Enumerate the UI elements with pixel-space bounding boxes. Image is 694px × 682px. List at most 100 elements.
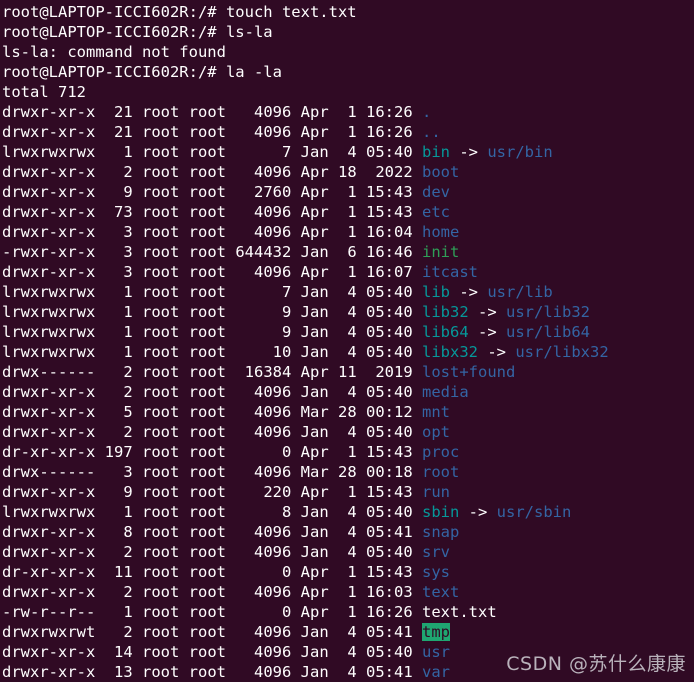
file-size: 4096 (226, 263, 292, 281)
file-permissions: drwxr-xr-x (2, 183, 96, 201)
file-name: sbin (422, 503, 460, 521)
file-name: lib64 (422, 323, 469, 341)
listing-row: drwxr-xr-x 21 root root 4096 Apr 1 16:26… (2, 102, 694, 122)
symlink-arrow: -> (468, 323, 506, 341)
file-month: Jan (291, 663, 329, 681)
file-permissions: drwxr-xr-x (2, 643, 96, 661)
link-count: 1 (95, 303, 133, 321)
file-owner: root (132, 443, 180, 461)
file-owner: root (132, 383, 180, 401)
file-day: 18 (328, 163, 357, 181)
file-size: 8 (226, 503, 292, 521)
file-day: 28 (328, 403, 357, 421)
file-day: 4 (328, 343, 357, 361)
file-time: 16:03 (356, 583, 413, 601)
listing-row: lrwxrwxrwx 1 root root 9 Jan 4 05:40 lib… (2, 322, 694, 342)
terminal-history-line: root@LAPTOP-ICCI602R:/# touch text.txt (2, 2, 694, 22)
file-permissions: drwxr-xr-x (2, 163, 96, 181)
file-month: Jan (291, 243, 329, 261)
file-permissions: lrwxrwxrwx (2, 283, 96, 301)
file-name: init (422, 243, 460, 261)
listing-row: drwxr-xr-x 3 root root 4096 Apr 1 16:04 … (2, 222, 694, 242)
file-time: 15:43 (356, 483, 413, 501)
file-permissions: drwxr-xr-x (2, 123, 96, 141)
file-month: Jan (291, 523, 329, 541)
file-name: root (422, 463, 460, 481)
file-time: 05:40 (356, 503, 413, 521)
file-name: . (422, 103, 432, 121)
file-time: 05:41 (356, 623, 413, 641)
file-month: Jan (291, 643, 329, 661)
file-day: 4 (328, 543, 357, 561)
file-month: Apr (291, 203, 329, 221)
link-count: 1 (95, 143, 133, 161)
file-day: 6 (328, 243, 357, 261)
listing-row: lrwxrwxrwx 1 root root 7 Jan 4 05:40 lib… (2, 282, 694, 302)
file-group: root (179, 403, 226, 421)
link-count: 1 (95, 503, 133, 521)
link-count: 3 (95, 463, 133, 481)
file-size: 4096 (226, 543, 292, 561)
listing-row: lrwxrwxrwx 1 root root 10 Jan 4 05:40 li… (2, 342, 694, 362)
link-count: 1 (95, 323, 133, 341)
terminal-window[interactable]: root@LAPTOP-ICCI602R:/# touch text.txt ro… (0, 0, 694, 682)
file-month: Jan (291, 283, 329, 301)
file-permissions: drwxr-xr-x (2, 483, 96, 501)
file-group: root (179, 523, 226, 541)
history-text: root@LAPTOP-ICCI602R:/# touch text.txt (2, 3, 357, 21)
file-permissions: drwxr-xr-x (2, 383, 96, 401)
file-owner: root (132, 523, 180, 541)
file-day: 28 (328, 463, 357, 481)
file-day: 1 (328, 563, 357, 581)
file-month: Mar (291, 463, 329, 481)
file-permissions: drwxr-xr-x (2, 583, 96, 601)
file-name: itcast (422, 263, 478, 281)
listing-row: drwx------ 3 root root 4096 Mar 28 00:18… (2, 462, 694, 482)
file-month: Jan (291, 143, 329, 161)
symlink-arrow: -> (478, 343, 516, 361)
file-name: .. (422, 123, 441, 141)
file-size: 4096 (226, 163, 292, 181)
symlink-target: usr/lib (487, 283, 553, 301)
file-day: 1 (328, 183, 357, 201)
file-permissions: lrwxrwxrwx (2, 303, 96, 321)
file-group: root (179, 223, 226, 241)
file-time: 16:26 (356, 123, 413, 141)
listing-row: drwxr-xr-x 2 root root 4096 Jan 4 05:40 … (2, 422, 694, 442)
file-owner: root (132, 623, 180, 641)
file-month: Apr (291, 603, 329, 621)
file-size: 4096 (226, 583, 292, 601)
file-month: Jan (291, 423, 329, 441)
file-owner: root (132, 423, 180, 441)
file-owner: root (132, 363, 180, 381)
file-owner: root (132, 463, 180, 481)
symlink-arrow: -> (459, 503, 497, 521)
file-owner: root (132, 303, 180, 321)
file-time: 2019 (356, 363, 413, 381)
file-group: root (179, 543, 226, 561)
file-owner: root (132, 243, 180, 261)
file-owner: root (132, 403, 180, 421)
file-size: 4096 (226, 523, 292, 541)
symlink-target: usr/sbin (496, 503, 572, 521)
file-owner: root (132, 103, 180, 121)
file-size: 7 (226, 283, 292, 301)
file-name: lib (422, 283, 450, 301)
file-permissions: drwxr-xr-x (2, 203, 96, 221)
terminal-screen[interactable]: root@LAPTOP-ICCI602R:/# touch text.txt ro… (0, 0, 694, 682)
link-count: 21 (95, 123, 133, 141)
symlink-arrow: -> (468, 303, 506, 321)
link-count: 9 (95, 183, 133, 201)
file-size: 4096 (226, 423, 292, 441)
link-count: 2 (95, 423, 133, 441)
listing-row: drwxr-xr-x 8 root root 4096 Jan 4 05:41 … (2, 522, 694, 542)
file-permissions: drwxr-xr-x (2, 543, 96, 561)
file-name: text (422, 583, 460, 601)
